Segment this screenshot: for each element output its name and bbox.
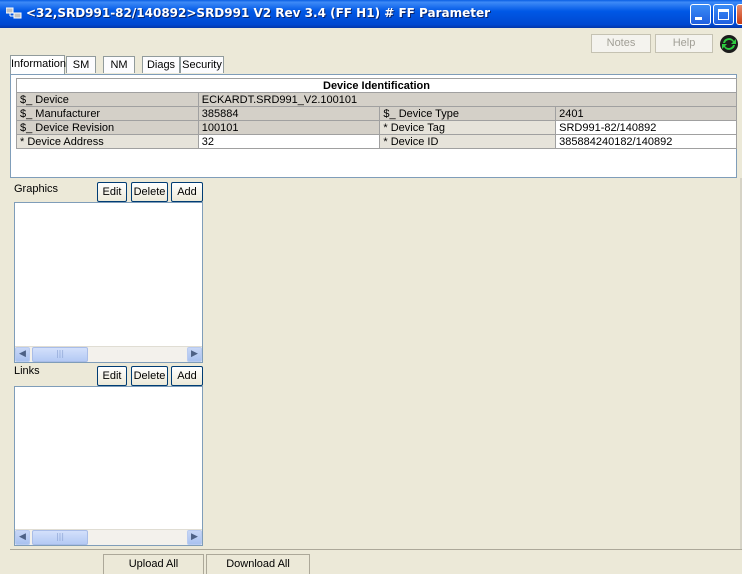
- maximize-icon[interactable]: [713, 4, 734, 25]
- scroll-left-icon[interactable]: ◀: [15, 530, 30, 545]
- links-add-button[interactable]: Add: [171, 366, 203, 386]
- device-label: $_ Device: [16, 92, 199, 107]
- scroll-right-icon[interactable]: ▶: [187, 347, 202, 362]
- table-header: Device Identification: [16, 78, 737, 93]
- tab-sm[interactable]: SM: [66, 56, 96, 73]
- links-list[interactable]: ◀ ||| ▶: [14, 386, 203, 546]
- app-icon[interactable]: [6, 7, 22, 21]
- links-horizontal-scrollbar[interactable]: ◀ ||| ▶: [15, 529, 202, 545]
- device-value: ECKARDT.SRD991_V2.100101: [197, 92, 738, 107]
- tab-information[interactable]: Information: [10, 55, 66, 74]
- graphics-label: Graphics: [14, 183, 59, 195]
- links-edit-button[interactable]: Edit: [97, 366, 127, 386]
- device-tag-value[interactable]: SRD991-82/140892: [555, 120, 737, 135]
- device-tag-label: * Device Tag: [379, 120, 557, 135]
- device-id-label: * Device ID: [379, 134, 557, 149]
- graphics-edit-button[interactable]: Edit: [97, 182, 127, 202]
- scroll-thumb[interactable]: |||: [32, 530, 88, 545]
- device-type-label: $_ Device Type: [379, 106, 557, 121]
- device-id-value: 385884240182/140892: [555, 134, 737, 149]
- links-label: Links: [14, 365, 40, 377]
- device-revision-label: $_ Device Revision: [16, 120, 199, 135]
- tab-security[interactable]: Security: [180, 56, 224, 73]
- graphics-horizontal-scrollbar[interactable]: ◀ ||| ▶: [15, 346, 202, 362]
- tab-nm[interactable]: NM: [103, 56, 135, 73]
- tab-diags[interactable]: Diags: [142, 56, 180, 73]
- bottom-bar: Upload All Download All: [10, 549, 742, 574]
- device-revision-value: 100101: [197, 120, 381, 135]
- refresh-icon[interactable]: [719, 34, 739, 54]
- device-address-value[interactable]: 32: [197, 134, 381, 149]
- graphics-delete-button[interactable]: Delete: [131, 182, 168, 202]
- scroll-right-icon[interactable]: ▶: [187, 530, 202, 545]
- device-identification-panel: Device Identification $_ Device ECKARDT.…: [10, 74, 738, 178]
- links-delete-button[interactable]: Delete: [131, 366, 168, 386]
- close-icon[interactable]: [736, 4, 742, 25]
- upload-all-button[interactable]: Upload All: [103, 554, 204, 574]
- graphics-list[interactable]: ◀ ||| ▶: [14, 202, 203, 363]
- manufacturer-label: $_ Manufacturer: [16, 106, 199, 121]
- device-type-value: 2401: [555, 106, 737, 121]
- download-all-button[interactable]: Download All: [206, 554, 310, 574]
- scroll-thumb[interactable]: |||: [32, 347, 88, 362]
- help-button[interactable]: Help: [655, 34, 713, 53]
- minimize-icon[interactable]: [690, 4, 711, 25]
- window-title: <32,SRD991-82/140892>SRD991 V2 Rev 3.4 (…: [26, 6, 491, 20]
- notes-button[interactable]: Notes: [591, 34, 651, 53]
- device-address-label: * Device Address: [16, 134, 199, 149]
- manufacturer-value: 385884: [197, 106, 381, 121]
- graphics-add-button[interactable]: Add: [171, 182, 203, 202]
- scroll-left-icon[interactable]: ◀: [15, 347, 30, 362]
- title-bar[interactable]: <32,SRD991-82/140892>SRD991 V2 Rev 3.4 (…: [0, 0, 742, 28]
- device-identification-table: Device Identification $_ Device ECKARDT.…: [16, 78, 738, 149]
